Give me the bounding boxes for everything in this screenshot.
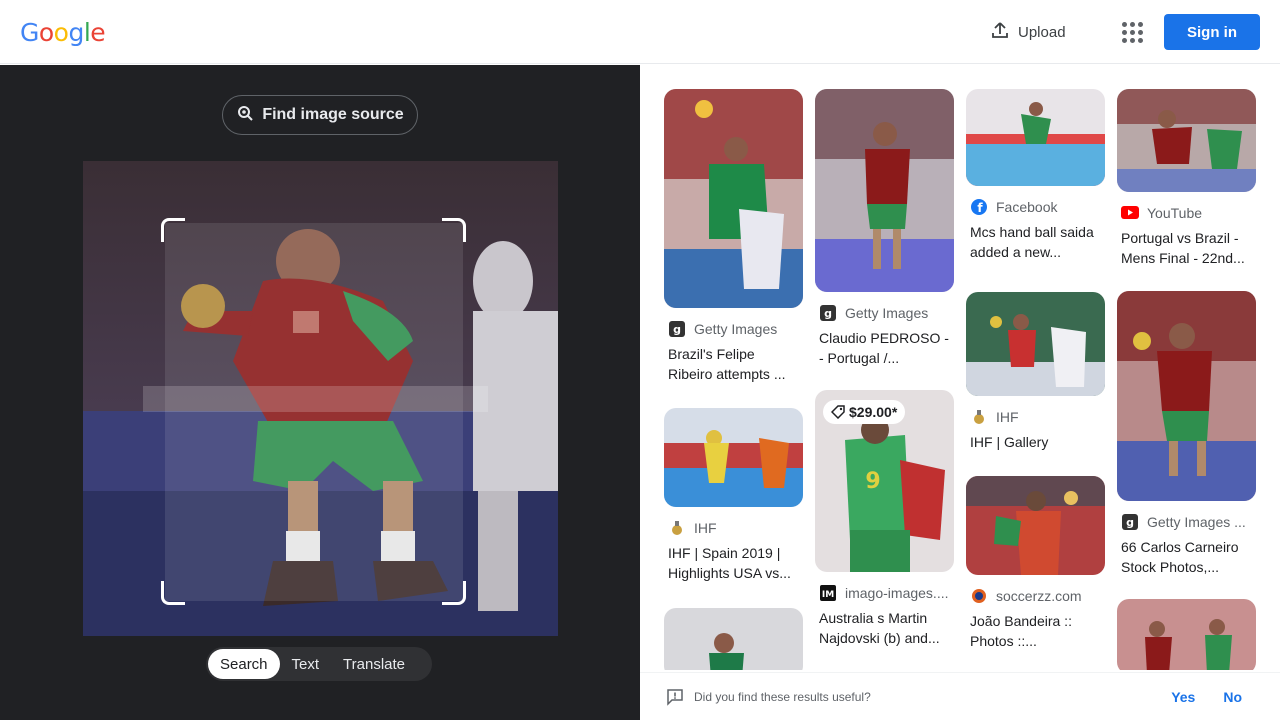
result-source: IHF <box>996 409 1019 425</box>
upload-icon <box>990 20 1010 44</box>
result-title[interactable]: Claudio PEDROSO - - Portugal /... <box>815 322 954 368</box>
crop-handle-bottom-left[interactable] <box>161 581 185 605</box>
mode-text[interactable]: Text <box>280 649 332 679</box>
svg-text:g: g <box>673 323 681 336</box>
logo-letter: G <box>20 18 39 47</box>
result-source: Facebook <box>996 199 1058 215</box>
result-source: YouTube <box>1147 205 1203 221</box>
svg-text:f: f <box>977 201 983 215</box>
logo-letter: e <box>90 18 106 47</box>
result-thumbnail[interactable] <box>664 89 803 308</box>
result-thumbnail[interactable] <box>1117 291 1256 501</box>
feedback-question: Did you find these results useful? <box>694 689 871 704</box>
result-title[interactable]: Brazil's Felipe Ribeiro attempts ... <box>664 338 803 384</box>
sign-in-button[interactable]: Sign in <box>1164 14 1260 50</box>
mode-translate[interactable]: Translate <box>331 649 417 679</box>
find-image-source-button[interactable]: Find image source <box>222 95 418 135</box>
logo-letter: o <box>53 18 69 47</box>
result-thumbnail[interactable] <box>966 476 1105 575</box>
mode-search[interactable]: Search <box>208 649 280 679</box>
result-thumbnail[interactable] <box>815 89 954 292</box>
result-card[interactable]: f Facebook Mcs hand ball saida added a ne… <box>966 89 1105 262</box>
result-title[interactable]: 66 Carlos Carneiro Stock Photos,... <box>1117 531 1256 577</box>
feedback-icon <box>666 688 684 706</box>
upload-button[interactable]: Upload <box>990 18 1066 46</box>
svg-text:g: g <box>824 307 832 320</box>
getty-icon: g <box>1121 513 1139 531</box>
lens-mode-switcher: Search Text Translate <box>206 647 432 681</box>
result-card[interactable] <box>664 608 803 670</box>
result-thumbnail[interactable] <box>1117 599 1256 670</box>
lens-panel: Find image source Search Text Translate <box>0 65 640 720</box>
query-image[interactable] <box>83 161 558 636</box>
result-source: imago-images.... <box>845 585 949 601</box>
apps-grid-icon[interactable] <box>1120 20 1144 44</box>
top-bar: Google Upload Sign in <box>0 0 1280 64</box>
getty-icon: g <box>668 320 686 338</box>
youtube-icon <box>1121 204 1139 222</box>
visual-matches-grid: g Getty Images Brazil's Felipe Ribeiro at… <box>640 65 1280 670</box>
result-thumbnail[interactable] <box>966 292 1105 396</box>
getty-icon: g <box>819 304 837 322</box>
result-card[interactable]: IHF IHF | Gallery <box>966 292 1105 472</box>
result-card[interactable]: g Getty Images Claudio PEDROSO - - Portug… <box>815 89 954 368</box>
result-thumbnail[interactable] <box>1117 89 1256 192</box>
ihf-icon <box>970 408 988 426</box>
facebook-icon: f <box>970 198 988 216</box>
result-title[interactable]: João Bandeira :: Photos ::... <box>966 605 1105 651</box>
result-card[interactable]: soccerzz.com João Bandeira :: Photos ::.… <box>966 476 1105 651</box>
result-card[interactable]: YouTube Portugal vs Brazil - Mens Final … <box>1117 89 1256 268</box>
result-thumbnail[interactable] <box>966 89 1105 186</box>
result-card[interactable]: IHF IHF | Spain 2019 | Highlights USA vs… <box>664 408 803 583</box>
crop-handle-top-right[interactable] <box>442 218 466 242</box>
imago-icon: IM <box>819 584 837 602</box>
svg-text:9: 9 <box>865 469 880 494</box>
result-title[interactable]: Australia s Martin Najdovski (b) and... <box>815 602 954 648</box>
result-card[interactable] <box>1117 599 1256 670</box>
upload-label: Upload <box>1018 23 1066 41</box>
svg-text:g: g <box>1126 516 1134 529</box>
lens-search-icon <box>236 104 254 127</box>
result-thumbnail[interactable]: 9 $29.00* <box>815 390 954 572</box>
result-title[interactable]: IHF | Spain 2019 | Highlights USA vs... <box>664 537 803 583</box>
logo-letter: g <box>68 18 84 47</box>
soccerzz-icon <box>970 587 988 605</box>
result-title[interactable]: Portugal vs Brazil - Mens Final - 22nd..… <box>1117 222 1256 268</box>
feedback-bar: Did you find these results useful? Yes N… <box>640 672 1280 720</box>
result-card[interactable]: g Getty Images Brazil's Felipe Ribeiro at… <box>664 89 803 384</box>
crop-handle-bottom-right[interactable] <box>442 581 466 605</box>
result-card[interactable]: 9 $29.00* IM imago-images.... Australia s… <box>815 390 954 648</box>
crop-region[interactable] <box>165 223 463 601</box>
feedback-yes-button[interactable]: Yes <box>1171 689 1195 705</box>
find-image-source-label: Find image source <box>262 106 404 123</box>
result-title[interactable]: Mcs hand ball saida added a new... <box>966 216 1105 262</box>
result-card[interactable]: g Getty Images ... 66 Carlos Carneiro Sto… <box>1117 291 1256 577</box>
result-source: Getty Images <box>845 305 929 321</box>
price-badge: $29.00* <box>823 400 906 424</box>
price-tag-icon <box>831 405 845 419</box>
result-source: Getty Images <box>694 321 778 337</box>
feedback-no-button[interactable]: No <box>1223 689 1242 705</box>
result-source: soccerzz.com <box>996 588 1082 604</box>
logo-letter: o <box>38 18 54 47</box>
result-source: IHF <box>694 520 717 536</box>
result-thumbnail[interactable] <box>664 608 803 670</box>
google-logo[interactable]: Google <box>20 18 106 47</box>
ihf-icon <box>668 519 686 537</box>
result-thumbnail[interactable] <box>664 408 803 507</box>
result-source: Getty Images ... <box>1147 514 1246 530</box>
crop-handle-top-left[interactable] <box>161 218 185 242</box>
result-title[interactable]: IHF | Gallery <box>966 426 1105 472</box>
svg-text:IM: IM <box>822 590 834 600</box>
